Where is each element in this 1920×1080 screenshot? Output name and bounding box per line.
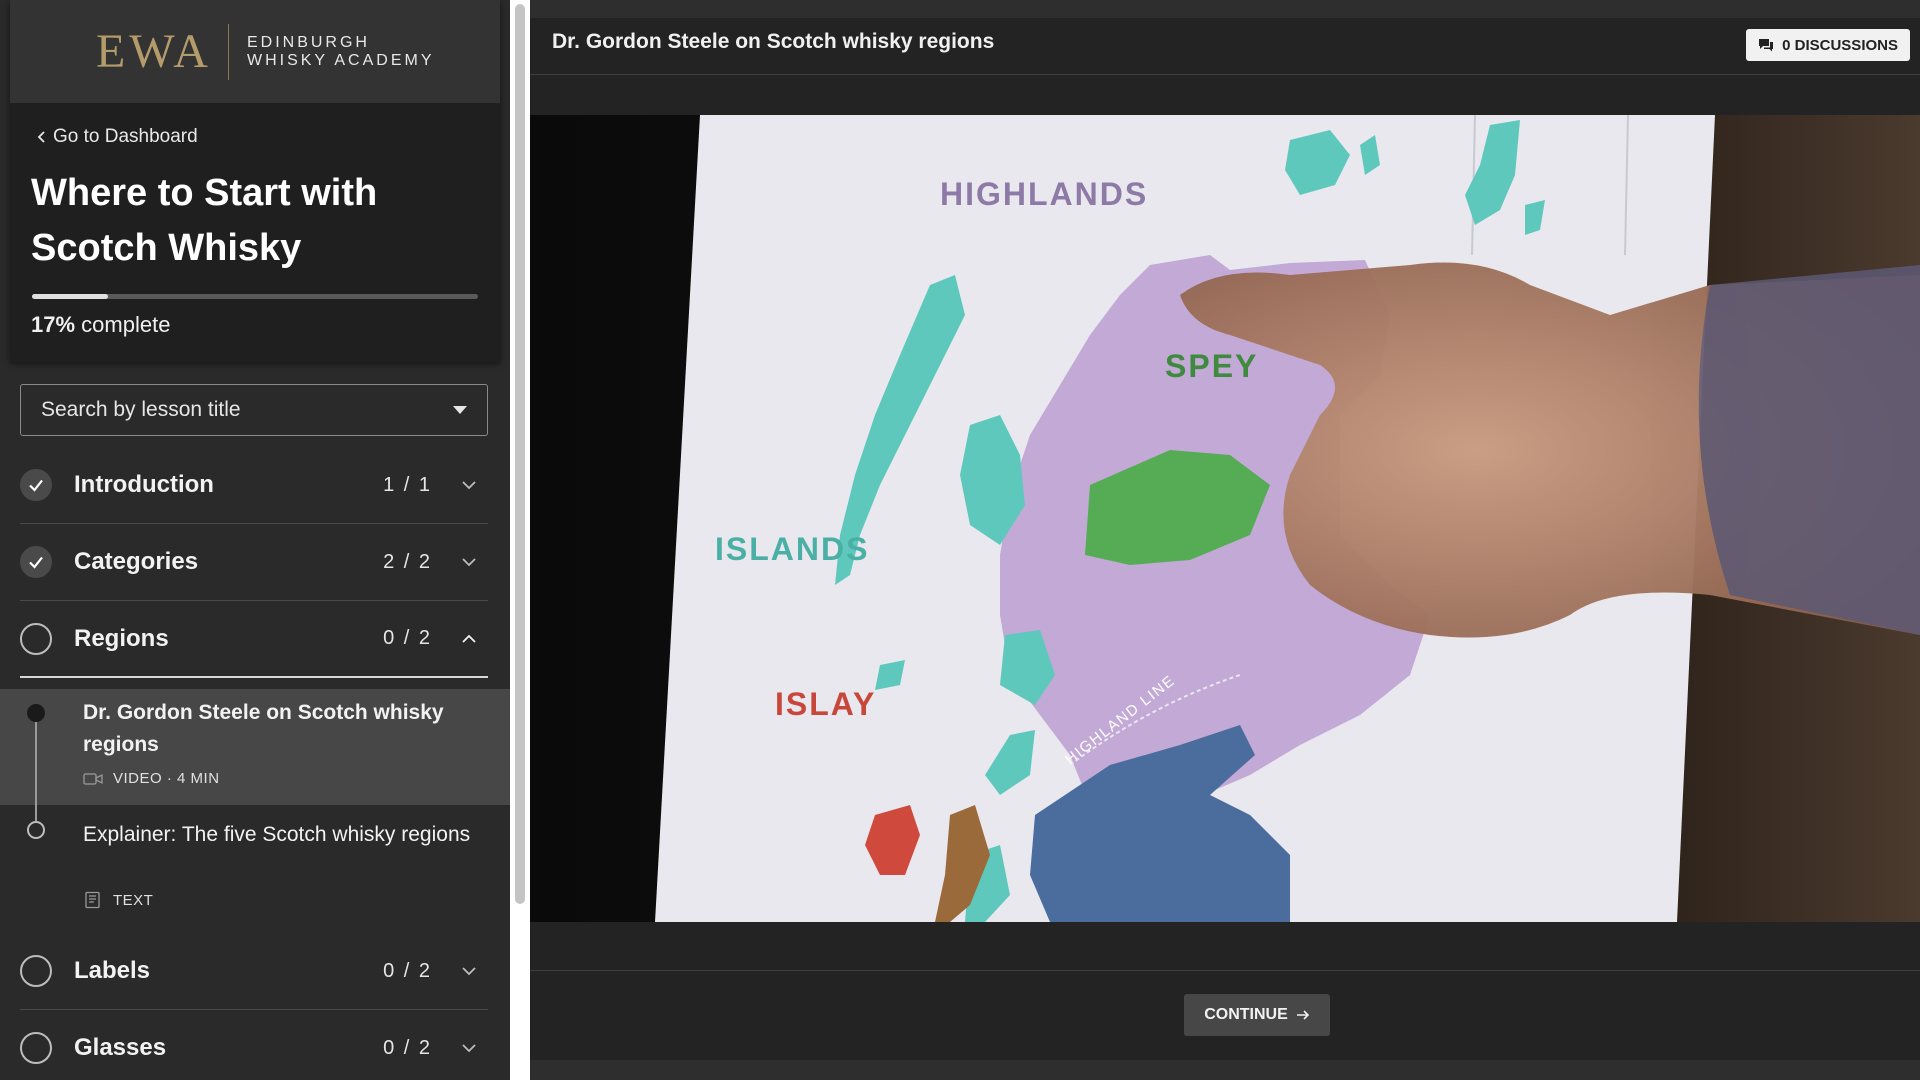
lesson-search-placeholder: Search by lesson title: [41, 398, 241, 421]
incomplete-lesson-dot-icon: [27, 821, 45, 839]
continue-button[interactable]: CONTINUE: [1184, 994, 1330, 1036]
lesson-meta: TEXT: [83, 891, 153, 909]
section-introduction[interactable]: Introduction 1 / 1: [20, 447, 488, 524]
lesson-title: Dr. Gordon Steele on Scotch whisky regio…: [83, 701, 444, 756]
back-link-label: Go to Dashboard: [53, 126, 198, 147]
map-label-islay: ISLAY: [775, 686, 876, 722]
lesson-title-header: Dr. Gordon Steele on Scotch whisky regio…: [552, 30, 995, 53]
logo-mark: EWA: [96, 25, 212, 78]
video-player[interactable]: HIGHLANDS SPEY ISLANDS ISLAY HIGHLAND LI…: [530, 115, 1920, 922]
logo-text: EDINBURGH WHISKY ACADEMY: [247, 34, 435, 70]
chevron-down-icon: [462, 558, 476, 567]
logo-line-1: EDINBURGH: [246, 33, 370, 51]
lesson-type: VIDEO: [113, 770, 163, 787]
lesson-type: TEXT: [113, 891, 154, 909]
lesson-duration: 4 MIN: [177, 770, 220, 787]
logo-divider: [227, 23, 229, 80]
lesson-connector-line: [35, 722, 37, 805]
empty-circle-icon: [20, 1032, 52, 1064]
brand-logo[interactable]: EWA EDINBURGH WHISKY ACADEMY: [10, 0, 500, 103]
lesson-meta: VIDEO · 4 MIN: [83, 770, 220, 787]
section-regions[interactable]: Regions 0 / 2: [20, 601, 488, 678]
app-root: EWA EDINBURGH WHISKY ACADEMY Go to Dashb…: [0, 0, 1920, 1080]
course-header: EWA EDINBURGH WHISKY ACADEMY Go to Dashb…: [10, 0, 500, 362]
lesson-title: Explainer: The five Scotch whisky region…: [83, 823, 471, 846]
lesson-meta-separator: ·: [162, 770, 178, 787]
section-count: 0 / 2: [383, 627, 432, 649]
empty-circle-icon: [20, 955, 52, 987]
section-categories[interactable]: Categories 2 / 2: [20, 524, 488, 601]
empty-circle-icon: [20, 622, 52, 655]
map-label-highlands: HIGHLANDS: [940, 176, 1148, 212]
section-count: 1 / 1: [383, 473, 432, 496]
section-title: Glasses: [74, 1034, 167, 1061]
section-title: Regions: [74, 624, 169, 652]
section-title: Labels: [74, 957, 151, 984]
bottom-strip: [530, 1060, 1920, 1080]
lesson-item-explainer[interactable]: Explainer: The five Scotch whisky region…: [0, 805, 510, 923]
section-title: Categories: [74, 548, 199, 575]
chevron-down-icon: [462, 1044, 476, 1053]
lesson-connector-line: [35, 805, 37, 821]
header-divider: [530, 74, 1920, 75]
section-labels[interactable]: Labels 0 / 2: [20, 933, 488, 1010]
course-progress-text: 17% complete: [31, 312, 170, 338]
sidebar-scrollbar[interactable]: [510, 0, 530, 1080]
current-lesson-dot-icon: [27, 704, 45, 722]
section-count: 2 / 2: [383, 550, 432, 573]
progress-percent: 17%: [31, 312, 76, 337]
discussions-label: 0 DISCUSSIONS: [1782, 36, 1898, 54]
lesson-content: Dr. Gordon Steele on Scotch whisky regio…: [530, 0, 1920, 1080]
section-glasses[interactable]: Glasses 0 / 2: [20, 1010, 488, 1080]
course-sidebar: EWA EDINBURGH WHISKY ACADEMY Go to Dashb…: [0, 0, 510, 1080]
sidebar-scrollbar-thumb[interactable]: [515, 4, 525, 904]
video-frame-scotland-map: HIGHLANDS SPEY ISLANDS ISLAY HIGHLAND LI…: [530, 115, 1920, 922]
chevron-up-icon: [462, 634, 476, 643]
top-strip: [530, 0, 1920, 18]
section-count: 0 / 2: [383, 1036, 432, 1059]
course-progress-fill: [32, 294, 108, 299]
map-label-islands: ISLANDS: [715, 531, 869, 567]
footer-divider: [530, 970, 1920, 971]
arrow-right-icon: [1296, 1010, 1309, 1020]
logo-line-2: WHISKY ACADEMY: [246, 51, 435, 69]
check-icon: [20, 469, 52, 501]
map-label-speyside: SPEY: [1165, 348, 1258, 384]
chevron-down-icon: [462, 481, 476, 490]
section-count: 0 / 2: [383, 959, 432, 982]
chevron-down-icon: [462, 967, 476, 976]
course-title: Where to Start with Scotch Whisky: [31, 172, 378, 269]
discussions-button[interactable]: 0 DISCUSSIONS: [1746, 29, 1910, 61]
text-document-icon: [85, 891, 100, 909]
chat-bubble-icon: [1759, 39, 1774, 52]
section-title: Introduction: [74, 471, 214, 498]
caret-down-icon: [453, 406, 467, 414]
video-camera-icon: [83, 772, 103, 785]
chevron-left-icon: [37, 131, 45, 143]
course-progress-bar: [32, 294, 478, 299]
check-icon: [20, 546, 52, 578]
lesson-search-select[interactable]: Search by lesson title: [20, 384, 488, 436]
lesson-item-gordon-steele[interactable]: Dr. Gordon Steele on Scotch whisky regio…: [0, 689, 510, 805]
progress-suffix: complete: [75, 312, 171, 337]
back-to-dashboard-link[interactable]: Go to Dashboard: [37, 126, 198, 148]
continue-label: CONTINUE: [1204, 1006, 1288, 1023]
